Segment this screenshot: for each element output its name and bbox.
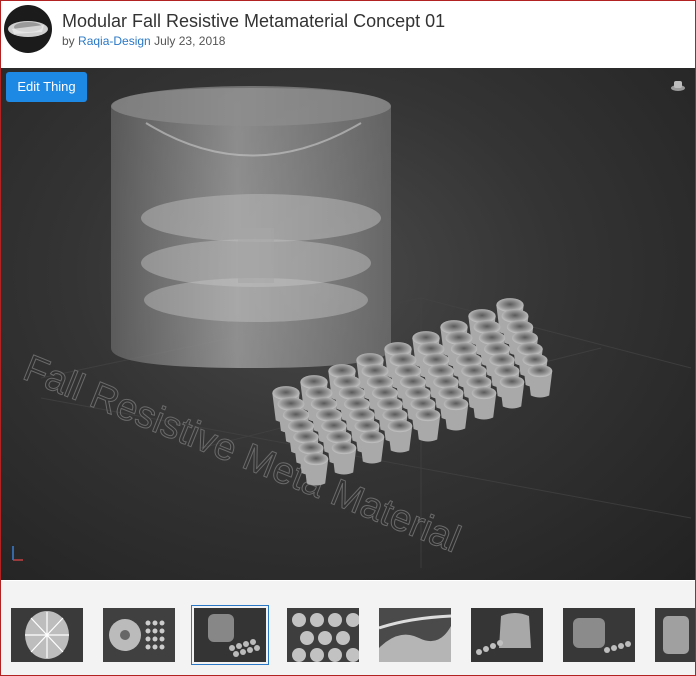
- cylinder-model: [111, 86, 391, 368]
- thumbnail-7[interactable]: [563, 608, 635, 662]
- cup-cell: [499, 375, 525, 409]
- cup-cell: [387, 419, 413, 453]
- cup-cell: [303, 452, 329, 486]
- cup-cell: [415, 408, 441, 442]
- publish-date: July 23, 2018: [154, 34, 226, 48]
- camera-icon[interactable]: [669, 76, 687, 94]
- page-title: Modular Fall Resistive Metamaterial Conc…: [62, 11, 446, 31]
- thumbnail-strip: [1, 581, 695, 675]
- cup-cell: [527, 364, 553, 398]
- thumbnail-3[interactable]: [191, 605, 269, 665]
- thumbnail-8[interactable]: [655, 608, 695, 662]
- edit-thing-button[interactable]: Edit Thing: [6, 72, 87, 102]
- thumbnail-6[interactable]: [471, 608, 543, 662]
- header: Modular Fall Resistive Metamaterial Conc…: [1, 1, 695, 67]
- thumbnail-4[interactable]: [287, 608, 359, 662]
- author-link[interactable]: Raqia-Design: [78, 34, 151, 48]
- byline: by Raqia-Design July 23, 2018: [62, 34, 225, 48]
- cup-cell: [359, 430, 385, 464]
- cup-cell: [331, 441, 357, 475]
- thing-avatar[interactable]: [4, 5, 52, 53]
- axis-gizmo: [12, 546, 23, 561]
- model-viewer[interactable]: Fall Resistive Meta Material Edit Thing: [1, 68, 695, 580]
- cup-cell: [471, 386, 497, 420]
- thumbnail-5[interactable]: [379, 608, 451, 662]
- byline-prefix: by: [62, 34, 75, 48]
- thumbnail-2[interactable]: [103, 608, 175, 662]
- cup-cell: [443, 397, 469, 431]
- thumbnail-1[interactable]: [11, 608, 83, 662]
- model-render: Fall Resistive Meta Material: [12, 86, 692, 568]
